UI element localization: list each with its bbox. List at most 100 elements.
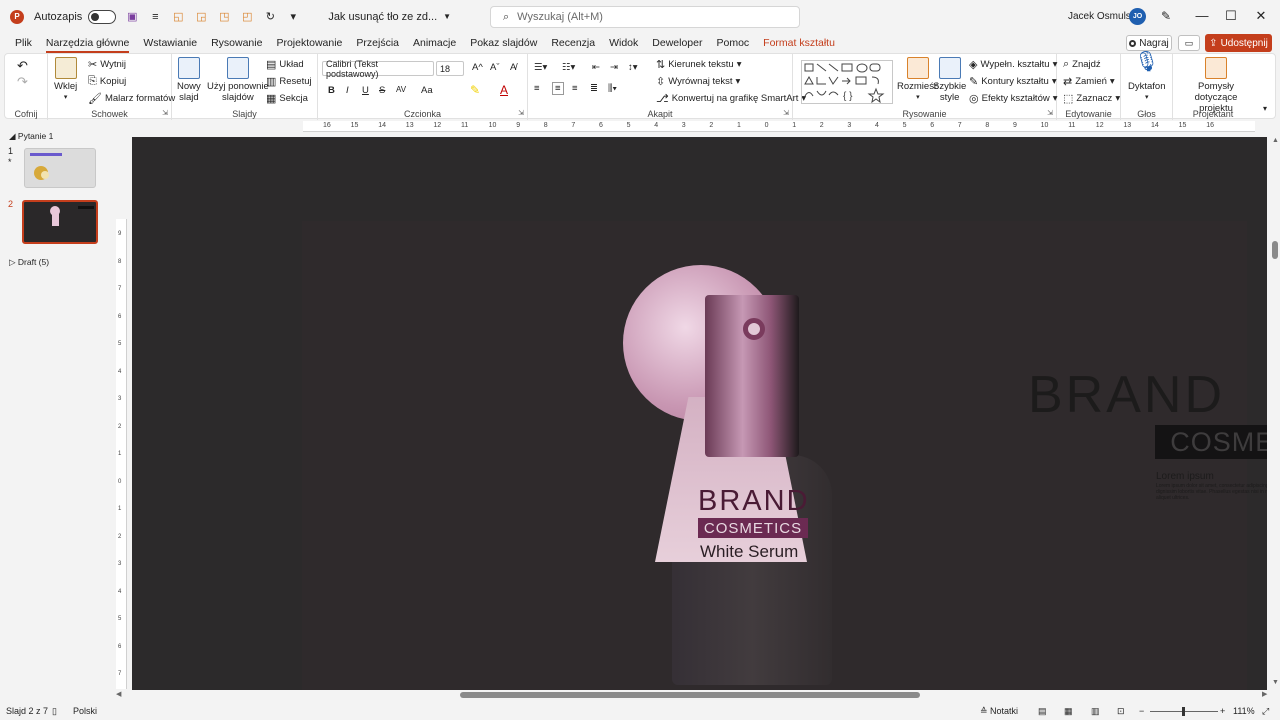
tab-animations[interactable]: Animacje <box>406 33 463 53</box>
group-icon[interactable]: ◳ <box>217 10 231 24</box>
reuse-slides-button[interactable]: Użyj ponownie slajdów <box>207 57 269 103</box>
bullets-icon[interactable]: ☰▾ <box>534 62 547 73</box>
copy-shape-icon[interactable]: ◲ <box>194 10 208 24</box>
italic-button[interactable]: I <box>346 85 349 96</box>
align-left-icon[interactable]: ≡ <box>534 83 540 94</box>
zoom-slider-thumb[interactable] <box>1182 707 1185 716</box>
shape-effects-button[interactable]: ◎ Efekty kształtów ▾ <box>969 92 1058 105</box>
clear-format-icon[interactable]: A̸ <box>510 62 516 73</box>
dictate-button[interactable]: 🎙 Dyktafon ▾ <box>1128 52 1166 103</box>
align-icon[interactable]: ≡ <box>148 10 162 24</box>
section-button[interactable]: ▦ Sekcja <box>266 92 308 105</box>
text-direction-button[interactable]: ⇅ Kierunek tekstu ▾ <box>656 58 741 71</box>
tab-help[interactable]: Pomoc <box>709 33 756 53</box>
numbering-icon[interactable]: ☷▾ <box>562 62 575 73</box>
slide-thumbnail-1[interactable] <box>24 148 96 188</box>
font-family-select[interactable]: Calibri (Tekst podstawowy) <box>322 59 434 79</box>
scroll-up-icon[interactable]: ▲ <box>1272 137 1279 144</box>
align-text-button[interactable]: ⇳ Wyrównaj tekst ▾ <box>656 75 740 88</box>
strikethrough-button[interactable]: S <box>379 85 385 96</box>
brand-title[interactable]: BRAND <box>1028 369 1225 421</box>
pen-icon[interactable]: ✎ <box>1161 9 1171 23</box>
tab-home[interactable]: Narzędzia główne <box>39 33 136 53</box>
tab-review[interactable]: Recenzja <box>544 33 602 53</box>
tab-draw[interactable]: Rysowanie <box>204 33 269 53</box>
accessibility-icon[interactable]: ▯ <box>52 706 57 717</box>
horizontal-scroll-thumb[interactable] <box>460 692 920 698</box>
comments-button[interactable]: ▭ <box>1178 35 1200 51</box>
lorem-body-text[interactable]: Lorem ipsum dolor sit amet, consectetur … <box>1156 483 1267 501</box>
cut-button[interactable]: ✂ Wytnij <box>88 58 126 71</box>
zoom-out-icon[interactable]: − <box>1139 706 1144 716</box>
shape-icon[interactable]: ◱ <box>171 10 185 24</box>
align-center-icon[interactable]: ≡ <box>552 82 564 95</box>
language-label[interactable]: Polski <box>73 706 97 716</box>
tab-view[interactable]: Widok <box>602 33 645 53</box>
share-button[interactable]: ⇪ Udostępnij <box>1205 34 1272 52</box>
notes-button[interactable]: ≙ Notatki <box>980 706 1018 717</box>
section-header[interactable]: ▷ Draft (5) <box>9 257 49 268</box>
dialog-launcher-icon[interactable]: ⇲ <box>783 109 789 117</box>
undo-icon[interactable]: ↶ <box>17 58 28 74</box>
select-button[interactable]: ⬚ Zaznacz ▾ <box>1063 92 1120 105</box>
customize-toolbar-icon[interactable]: ▾ <box>286 10 300 24</box>
tab-slideshow[interactable]: Pokaz slajdów <box>463 33 544 53</box>
underline-button[interactable]: U <box>362 85 369 96</box>
decrease-indent-icon[interactable]: ⇤ <box>592 62 600 73</box>
tab-developer[interactable]: Deweloper <box>645 33 709 53</box>
brand-subtitle-box[interactable]: COSMETICS <box>1155 425 1267 459</box>
shapes-gallery[interactable]: { } <box>801 60 893 104</box>
maximize-button[interactable]: ☐ <box>1221 8 1241 24</box>
tab-file[interactable]: Plik <box>8 33 39 53</box>
new-slide-button[interactable]: Nowy slajd <box>177 57 201 103</box>
tab-insert[interactable]: Wstawianie <box>136 33 204 53</box>
search-input[interactable]: ⌕ Wyszukaj (Alt+M) <box>490 6 800 28</box>
slide-canvas[interactable]: BRAND COSMETICS White Serum BRAND COSMET… <box>132 137 1267 690</box>
find-button[interactable]: ⌕ Znajdź <box>1063 58 1101 71</box>
rotate-icon[interactable]: ↻ <box>263 10 277 24</box>
vertical-scroll-thumb[interactable] <box>1272 241 1278 259</box>
minimize-button[interactable]: — <box>1192 8 1212 23</box>
design-ideas-button[interactable]: Pomysły dotyczące projektu <box>1179 57 1253 114</box>
shrink-font-icon[interactable]: Aˇ <box>490 62 500 73</box>
columns-icon[interactable]: ⫼▾ <box>608 83 617 94</box>
dialog-launcher-icon[interactable]: ⇲ <box>162 109 168 117</box>
slideshow-icon[interactable]: ⊡ <box>1117 706 1125 717</box>
grow-font-icon[interactable]: A^ <box>472 62 483 73</box>
tab-transitions[interactable]: Przejścia <box>349 33 406 53</box>
tab-design[interactable]: Projektowanie <box>269 33 349 53</box>
slide-thumbnail-2[interactable] <box>22 200 98 244</box>
line-spacing-icon[interactable]: ↕▾ <box>628 62 638 73</box>
zoom-level[interactable]: 111% <box>1233 706 1255 716</box>
align-right-icon[interactable]: ≡ <box>572 83 578 94</box>
dialog-launcher-icon[interactable]: ⇲ <box>1047 109 1053 117</box>
fit-to-window-icon[interactable]: ⤢ <box>1262 706 1269 717</box>
shape-fill-button[interactable]: ◈ Wypełn. kształtu ▾ <box>969 58 1057 71</box>
lorem-title[interactable]: Lorem ipsum <box>1156 471 1214 482</box>
smartart-button[interactable]: ⎇ Konwertuj na grafikę SmartArt ▾ <box>656 92 806 105</box>
redo-icon[interactable]: ↷ <box>17 74 28 90</box>
highlight-icon[interactable]: ✎ <box>470 83 480 97</box>
autosave-toggle[interactable] <box>88 9 117 24</box>
scroll-down-icon[interactable]: ▼ <box>1272 679 1279 686</box>
change-case-button[interactable]: Aa <box>421 85 433 96</box>
section-header[interactable]: ◢ Pytanie 1 <box>9 131 53 142</box>
user-name[interactable]: Jacek Osmulski <box>1068 11 1138 22</box>
reading-view-icon[interactable]: ▥ <box>1091 706 1100 717</box>
chevron-down-icon[interactable]: ▼ <box>443 12 451 21</box>
tab-shape-format[interactable]: Format kształtu <box>756 33 842 53</box>
spacing-button[interactable]: AV <box>396 85 406 94</box>
dialog-launcher-icon[interactable]: ⇲ <box>518 109 524 117</box>
increase-indent-icon[interactable]: ⇥ <box>610 62 618 73</box>
quick-styles-button[interactable]: Szybkie style <box>933 57 966 103</box>
font-color-icon[interactable]: A <box>500 83 508 97</box>
paste-button[interactable]: Wklej ▾ <box>54 57 77 103</box>
reset-button[interactable]: ▥ Resetuj <box>266 75 312 88</box>
font-size-select[interactable]: 18 <box>436 61 464 76</box>
record-button[interactable]: Nagraj <box>1126 35 1172 51</box>
horizontal-scrollbar[interactable]: ◀ ▶ <box>116 690 1270 700</box>
save-icon[interactable]: ▣ <box>125 10 139 24</box>
ungroup-icon[interactable]: ◰ <box>240 10 254 24</box>
slide-sorter-icon[interactable]: ▦ <box>1064 706 1073 717</box>
replace-button[interactable]: ⇄ Zamień ▾ <box>1063 75 1115 88</box>
